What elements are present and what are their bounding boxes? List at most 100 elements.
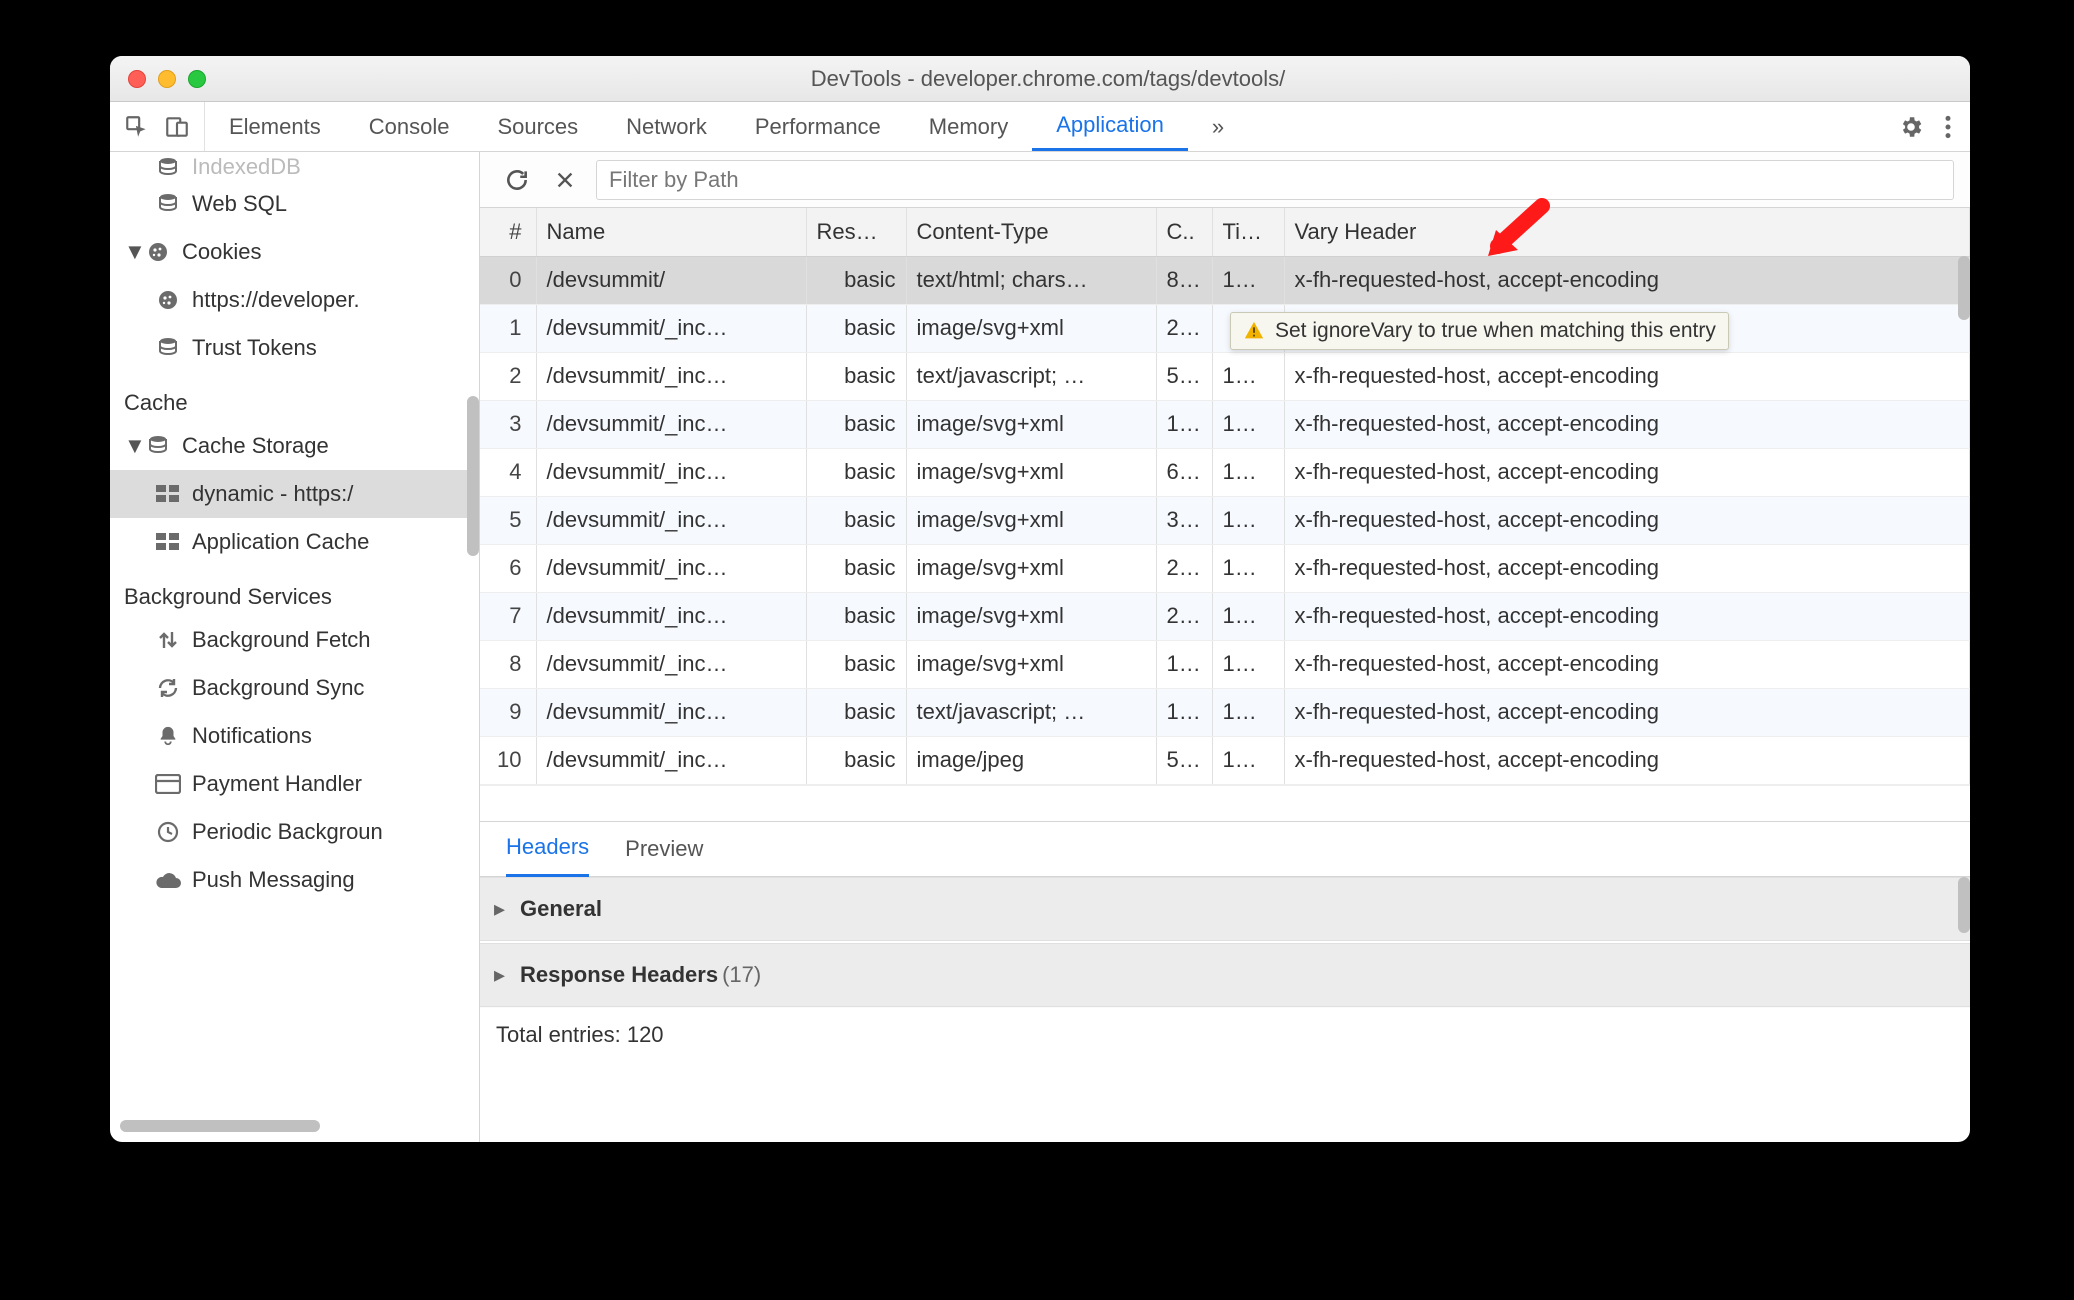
table-row[interactable]: 9/devsummit/_inc…basictext/javascript; …… [480, 688, 1970, 736]
col-time[interactable]: Ti… [1212, 208, 1284, 256]
sidebar-item[interactable]: Payment Handler [110, 760, 479, 808]
table-row[interactable]: 3/devsummit/_inc…basicimage/svg+xml1…1…x… [480, 400, 1970, 448]
cell-response: basic [806, 544, 906, 592]
cell-response: basic [806, 256, 906, 304]
section-response-headers[interactable]: ▸ Response Headers (17) [480, 943, 1970, 1007]
cell-response: basic [806, 448, 906, 496]
cell-content-type: image/svg+xml [906, 640, 1156, 688]
table-row[interactable]: 2/devsummit/_inc…basictext/javascript; …… [480, 352, 1970, 400]
card-icon [154, 774, 182, 794]
sidebar-item[interactable]: Notifications [110, 712, 479, 760]
section-response-headers-label: Response Headers [520, 962, 718, 988]
details-scrollbar[interactable] [1958, 877, 1970, 933]
minimize-window-button[interactable] [158, 70, 176, 88]
tab-application[interactable]: Application [1032, 102, 1188, 151]
cell-name: /devsummit/_inc… [536, 736, 806, 784]
cell-content-length: 5… [1156, 352, 1212, 400]
section-general[interactable]: ▸ General [480, 877, 1970, 941]
cell-response: basic [806, 640, 906, 688]
sidebar-item[interactable]: dynamic - https:/ [110, 470, 479, 518]
tab-performance[interactable]: Performance [731, 102, 905, 151]
cell-response: basic [806, 400, 906, 448]
kebab-menu-icon[interactable] [1944, 114, 1952, 140]
sidebar-item[interactable]: Web SQL [110, 180, 479, 228]
table-row[interactable]: 1/devsummit/_inc…basicimage/svg+xml2… [480, 304, 1970, 352]
refresh-button[interactable] [500, 163, 534, 197]
cell-time: 1… [1212, 544, 1284, 592]
tab-memory[interactable]: Memory [905, 102, 1032, 151]
cell-content-length: 3… [1156, 496, 1212, 544]
device-toolbar-icon[interactable] [164, 114, 190, 140]
col-response[interactable]: Res… [806, 208, 906, 256]
cell-time: 1… [1212, 256, 1284, 304]
table-row[interactable]: 10/devsummit/_inc…basicimage/jpeg5…1…x-f… [480, 736, 1970, 784]
settings-icon[interactable] [1898, 114, 1924, 140]
table-row[interactable]: 5/devsummit/_inc…basicimage/svg+xml3…1…x… [480, 496, 1970, 544]
delete-selected-button[interactable] [548, 163, 582, 197]
devtools-window: DevTools - developer.chrome.com/tags/dev… [110, 56, 1970, 1142]
chevron-right-icon: ▸ [494, 962, 514, 988]
col-vary-header[interactable]: Vary Header [1284, 208, 1970, 256]
cell-content-type: image/jpeg [906, 736, 1156, 784]
sidebar-item[interactable]: Push Messaging [110, 856, 479, 904]
table-row[interactable]: 8/devsummit/_inc…basicimage/svg+xml1…1…x… [480, 640, 1970, 688]
table-row[interactable]: 6/devsummit/_inc…basicimage/svg+xml2…1…x… [480, 544, 1970, 592]
sidebar-item[interactable]: ▼ Cache Storage [110, 422, 479, 470]
cell-index: 9 [480, 688, 536, 736]
cell-content-length: 5… [1156, 736, 1212, 784]
filter-input[interactable]: Filter by Path [596, 160, 1954, 200]
details-tab-preview[interactable]: Preview [625, 822, 703, 876]
traffic-lights [110, 70, 206, 88]
sidebar-item[interactable]: Trust Tokens [110, 324, 479, 372]
tab-network[interactable]: Network [602, 102, 731, 151]
sidebar-scrollbar[interactable] [467, 396, 479, 556]
tooltip-text: Set ignoreVary to true when matching thi… [1275, 319, 1716, 343]
cell-content-type: text/html; chars… [906, 256, 1156, 304]
cell-response: basic [806, 304, 906, 352]
sidebar-item-label: https://developer. [192, 287, 360, 313]
cell-index: 3 [480, 400, 536, 448]
cell-index: 5 [480, 496, 536, 544]
sidebar-item[interactable]: Periodic Backgroun [110, 808, 479, 856]
col-name[interactable]: Name [536, 208, 806, 256]
sync-icon [154, 676, 182, 700]
table-row[interactable]: 7/devsummit/_inc…basicimage/svg+xml2…1…x… [480, 592, 1970, 640]
table-row[interactable]: 0/devsummit/basictext/html; chars…8…1…x-… [480, 256, 1970, 304]
clock-icon [154, 820, 182, 844]
details-sections: ▸ General ▸ Response Headers (17) Total … [480, 877, 1970, 1143]
sidebar-item[interactable]: Application Cache [110, 518, 479, 566]
cell-response: basic [806, 688, 906, 736]
sidebar-item[interactable]: ▼Cookies [110, 228, 479, 276]
chevron-down-icon: ▼ [124, 433, 142, 459]
sidebar-item[interactable]: Background Sync [110, 664, 479, 712]
col-content-length[interactable]: C.. [1156, 208, 1212, 256]
zoom-window-button[interactable] [188, 70, 206, 88]
details-tab-headers[interactable]: Headers [506, 820, 589, 877]
cell-content-type: image/svg+xml [906, 592, 1156, 640]
inspect-element-icon[interactable] [124, 114, 150, 140]
bell-icon [154, 724, 182, 748]
cell-content-length: 2… [1156, 544, 1212, 592]
tab-elements[interactable]: Elements [205, 102, 345, 151]
table-scrollbar[interactable] [1958, 256, 1970, 320]
sidebar-item-label: Payment Handler [192, 771, 362, 797]
sidebar-hscrollbar[interactable] [120, 1120, 320, 1132]
more-tabs-button[interactable]: » [1188, 102, 1248, 151]
sidebar-item[interactable]: Background Fetch [110, 616, 479, 664]
db-icon [154, 192, 182, 216]
sidebar-item-label: Cache Storage [182, 433, 329, 459]
col-index[interactable]: # [480, 208, 536, 256]
sidebar-item[interactable]: IndexedDB [110, 156, 479, 180]
cell-index: 10 [480, 736, 536, 784]
col-content-type[interactable]: Content-Type [906, 208, 1156, 256]
sidebar-item[interactable]: https://developer. [110, 276, 479, 324]
cell-vary: x-fh-requested-host, accept-encoding [1284, 256, 1970, 304]
panel-tabstrip: ElementsConsoleSourcesNetworkPerformance… [110, 102, 1970, 152]
cache-toolbar: Filter by Path [480, 152, 1970, 208]
tab-sources[interactable]: Sources [473, 102, 602, 151]
sidebar-item-label: Notifications [192, 723, 312, 749]
table-row[interactable]: 4/devsummit/_inc…basicimage/svg+xml6…1…x… [480, 448, 1970, 496]
close-window-button[interactable] [128, 70, 146, 88]
cookie-icon [144, 240, 172, 264]
tab-console[interactable]: Console [345, 102, 474, 151]
